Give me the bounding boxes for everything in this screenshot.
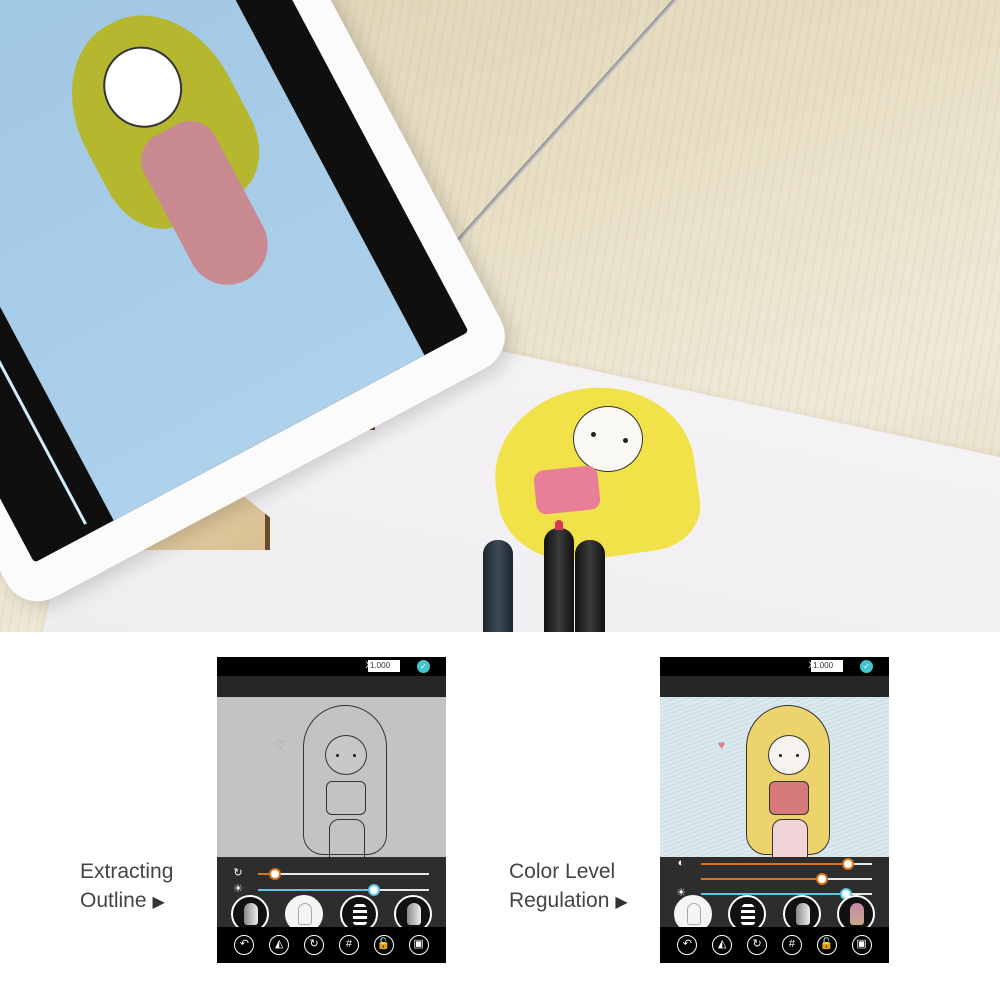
image-canvas[interactable]: ♡ bbox=[217, 697, 446, 857]
lock-icon[interactable]: 🔓 bbox=[373, 935, 394, 955]
character-tail bbox=[329, 819, 365, 857]
slider-knob[interactable] bbox=[842, 858, 855, 870]
pen bbox=[483, 540, 513, 632]
character-shirt bbox=[326, 781, 366, 815]
brightness-icon: ☀ bbox=[233, 883, 243, 895]
sub-bar bbox=[660, 676, 889, 697]
character-shirt bbox=[769, 781, 809, 815]
top-bar: X: ✓ bbox=[660, 657, 889, 676]
caption-line: Outline bbox=[80, 889, 147, 912]
slider-track[interactable] bbox=[258, 868, 429, 880]
drawing-eye bbox=[623, 438, 628, 443]
character-face bbox=[768, 735, 810, 775]
slider-fill bbox=[701, 863, 849, 865]
contrast-icon: ◐ bbox=[677, 857, 685, 869]
character-face bbox=[325, 735, 367, 775]
character-eye bbox=[353, 754, 356, 757]
color-level-icon bbox=[675, 872, 687, 884]
character-tail bbox=[772, 819, 808, 857]
bust-thumbnail-icon bbox=[298, 903, 313, 925]
confirm-check-icon[interactable]: ✓ bbox=[417, 660, 430, 673]
grid-icon[interactable]: # bbox=[781, 935, 802, 955]
pen-tip bbox=[555, 520, 563, 530]
slider-fill bbox=[258, 889, 375, 891]
image-canvas[interactable]: ♥ bbox=[660, 697, 889, 857]
drawing-eye bbox=[591, 432, 596, 437]
slider-color-level[interactable] bbox=[660, 872, 889, 886]
confirm-check-icon[interactable]: ✓ bbox=[860, 660, 873, 673]
caption-line: Color Level bbox=[509, 860, 616, 883]
sub-bar bbox=[217, 676, 446, 697]
top-bar: X: ✓ bbox=[217, 657, 446, 676]
drawing-face bbox=[573, 406, 643, 472]
product-photo: X: 1.000 bbox=[0, 0, 1000, 632]
bust-thumbnail-icon bbox=[741, 903, 756, 925]
caption-extracting-outline: Extracting Outline ▶ bbox=[80, 857, 173, 917]
caption-line: Regulation bbox=[509, 889, 610, 912]
slider-outline-threshold[interactable]: ↻ bbox=[217, 867, 446, 881]
undo-icon[interactable]: ↶ bbox=[234, 935, 255, 955]
app-screen-outline: X: ✓ ♡ ↻ ☀ ↶ ◭ ↻ # 🔓 ▣ bbox=[217, 657, 446, 963]
bust-thumbnail-icon bbox=[352, 903, 367, 925]
slider-knob[interactable] bbox=[269, 868, 282, 880]
pen bbox=[544, 520, 574, 632]
bust-thumbnail-icon bbox=[795, 903, 810, 925]
bottom-toolbar: ↶ ◭ ↻ # 🔓 ▣ bbox=[660, 927, 889, 963]
flip-icon[interactable]: ◭ bbox=[712, 935, 733, 955]
bust-thumbnail-icon bbox=[687, 903, 702, 925]
bust-thumbnail-icon bbox=[849, 903, 864, 925]
heart-icon: ♡ bbox=[275, 738, 286, 752]
arrow-right-icon: ▶ bbox=[152, 894, 165, 911]
character-eye bbox=[779, 754, 782, 757]
pen bbox=[575, 540, 605, 632]
character-eye bbox=[796, 754, 799, 757]
x-scale-input[interactable] bbox=[368, 660, 400, 672]
slider-track[interactable] bbox=[701, 873, 872, 885]
slider-track[interactable] bbox=[258, 884, 429, 896]
save-icon[interactable]: ▣ bbox=[851, 935, 872, 955]
lock-icon[interactable]: 🔓 bbox=[816, 935, 837, 955]
rotate-icon[interactable]: ↻ bbox=[304, 935, 325, 955]
caption-color-level-regulation: Color Level Regulation ▶ bbox=[509, 857, 628, 917]
x-scale-input[interactable] bbox=[811, 660, 843, 672]
slider-track[interactable] bbox=[701, 858, 872, 870]
bottom-toolbar: ↶ ◭ ↻ # 🔓 ▣ bbox=[217, 927, 446, 963]
undo-icon[interactable]: ↶ bbox=[677, 935, 698, 955]
outline-threshold-icon: ↻ bbox=[233, 867, 243, 879]
slider-fill bbox=[701, 878, 823, 880]
character-eye bbox=[336, 754, 339, 757]
slider-contrast[interactable]: ◐ bbox=[660, 857, 889, 871]
app-screen-color: X: ✓ ♥ ◐☀ ↶◭↻#🔓▣ bbox=[660, 657, 889, 963]
rotate-icon[interactable]: ↻ bbox=[747, 935, 768, 955]
caption-line: Extracting bbox=[80, 860, 174, 883]
grid-icon[interactable]: # bbox=[338, 935, 359, 955]
flip-icon[interactable]: ◭ bbox=[269, 935, 290, 955]
arrow-right-icon: ▶ bbox=[615, 894, 628, 911]
slider-knob[interactable] bbox=[816, 873, 829, 885]
bust-thumbnail-icon bbox=[244, 903, 259, 925]
heart-icon: ♥ bbox=[718, 738, 726, 752]
save-icon[interactable]: ▣ bbox=[408, 935, 429, 955]
drawing-shirt bbox=[532, 464, 602, 516]
bust-thumbnail-icon bbox=[406, 903, 421, 925]
